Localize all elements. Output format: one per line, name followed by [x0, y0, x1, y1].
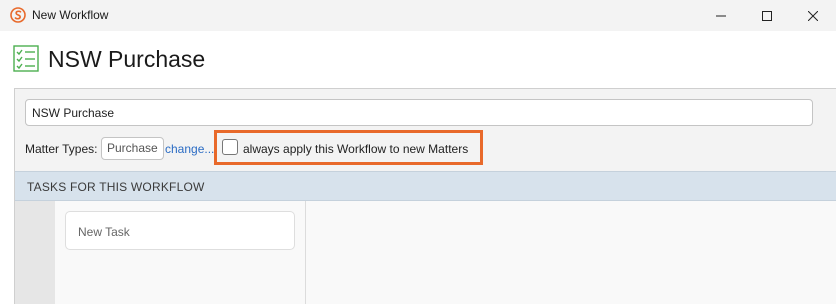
close-button[interactable] — [790, 0, 836, 31]
task-detail-pane — [306, 201, 836, 304]
minimize-button[interactable] — [698, 0, 744, 31]
title-bar: New Workflow — [0, 0, 836, 31]
matter-type-tag: Purchase — [101, 137, 164, 160]
checklist-icon — [13, 45, 39, 72]
change-matter-types-link[interactable]: change... — [165, 142, 214, 156]
window-title: New Workflow — [32, 8, 109, 22]
workflow-name-input[interactable] — [25, 99, 813, 126]
tasks-section-header: TASKS FOR THIS WORKFLOW — [15, 171, 836, 201]
task-item-label: New Task — [78, 225, 130, 239]
always-apply-checkbox[interactable] — [222, 139, 238, 155]
maximize-button[interactable] — [744, 0, 790, 31]
task-item[interactable]: New Task — [65, 211, 295, 250]
minimize-icon — [716, 15, 726, 16]
matter-types-label: Matter Types: — [25, 142, 98, 156]
app-logo-icon — [10, 7, 26, 23]
always-apply-label[interactable]: always apply this Workflow to new Matter… — [243, 142, 468, 156]
close-icon — [808, 10, 818, 21]
page-title: NSW Purchase — [48, 46, 206, 72]
tasks-header-label: TASKS FOR THIS WORKFLOW — [27, 180, 205, 194]
maximize-icon — [762, 10, 772, 21]
tasks-gutter — [15, 201, 55, 304]
